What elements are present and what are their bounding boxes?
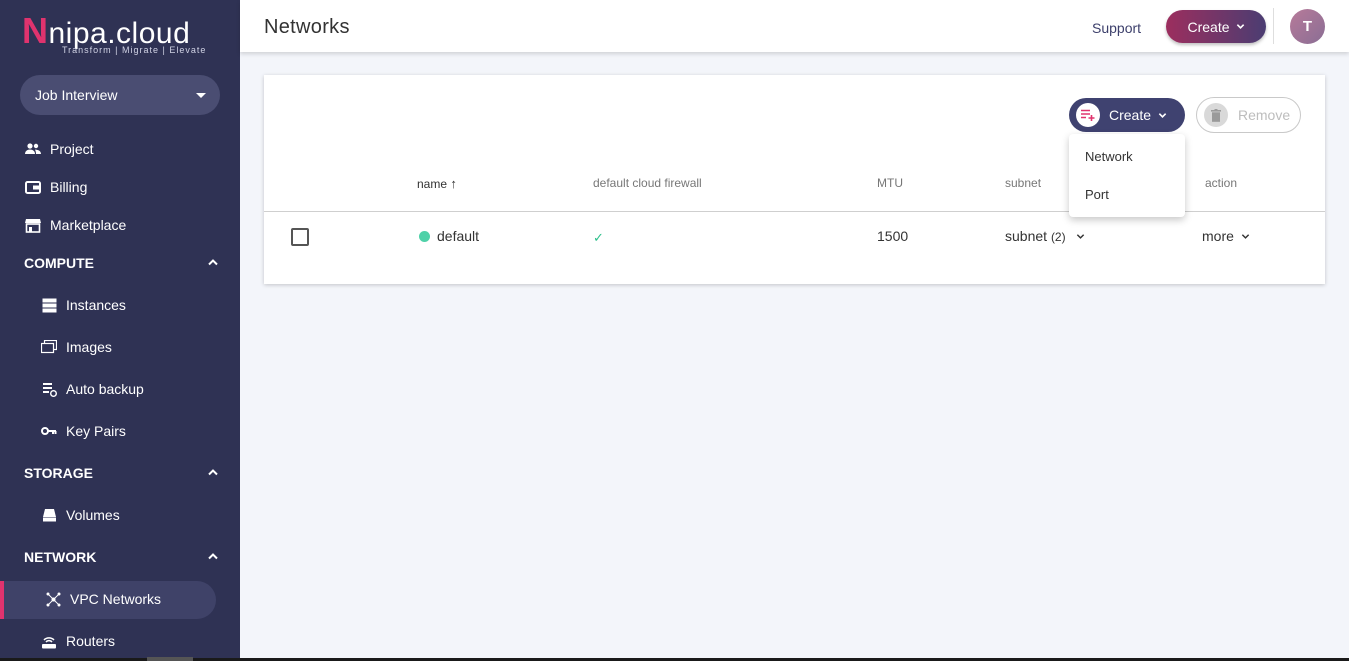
sidebar-item-label: Project [50,141,94,157]
row-checkbox[interactable] [291,228,309,246]
images-icon [40,338,58,356]
chevron-down-icon [1236,24,1244,29]
sidebar-item-label: Key Pairs [66,423,126,439]
column-header-firewall[interactable]: default cloud firewall [593,176,702,190]
sidebar-item-instances[interactable]: Instances [0,286,240,324]
section-label: NETWORK [24,549,97,565]
sidebar-item-label: Billing [50,179,88,195]
section-network[interactable]: NETWORK [0,538,240,576]
trash-icon [1204,103,1228,127]
menu-item-port[interactable]: Port [1085,187,1109,202]
mtu-value: 1500 [877,228,909,244]
chevron-up-icon [208,469,218,476]
top-bar: Networks Support Create T [240,0,1349,52]
sidebar-item-label: Routers [66,633,116,649]
sidebar-item-images[interactable]: Images [0,328,240,366]
more-actions-button[interactable]: more [1202,228,1250,244]
sidebar-item-routers[interactable]: Routers [0,622,240,660]
sidebar-item-billing[interactable]: Billing [0,168,240,206]
chevron-up-icon [208,259,218,266]
network-icon [44,590,62,608]
create-button-label: Create [1109,107,1152,123]
sidebar-item-label: VPC Networks [70,591,162,607]
sidebar-item-volumes[interactable]: Volumes [0,496,240,534]
project-select-value: Job Interview [35,87,118,103]
column-header-subnet[interactable]: subnet [1005,176,1041,190]
sidebar-item-vpc-networks[interactable]: VPC Networks [0,580,240,618]
chevron-down-icon [1158,112,1167,118]
server-icon [40,296,58,314]
logo-tagline: Transform | Migrate | Elevate [62,45,207,55]
sidebar-item-label: Volumes [66,507,120,523]
avatar[interactable]: T [1290,9,1325,44]
logo-letter: N [22,10,49,51]
network-name-cell[interactable]: default [419,228,479,244]
drive-icon [40,506,58,524]
section-label: COMPUTE [24,255,94,271]
table-row: default ✓ 1500 subnet (2) more [264,212,1325,258]
users-icon [24,140,42,158]
status-dot [419,231,430,242]
logo[interactable]: Nnipa.cloud Transform | Migrate | Elevat… [22,13,212,58]
create-dropdown-menu: Network Port [1069,134,1185,217]
section-compute[interactable]: COMPUTE [0,244,240,282]
subnet-count: (2) [1050,230,1066,244]
remove-button[interactable]: Remove [1196,97,1301,133]
store-icon [24,216,42,234]
subnet-toggle[interactable]: subnet (2) [1005,228,1085,244]
remove-button-label: Remove [1238,107,1291,123]
sort-arrow-up-icon: ↑ [450,176,457,191]
project-select[interactable]: Job Interview [20,75,220,115]
header-create-button[interactable]: Create [1166,10,1266,43]
sidebar-item-label: Marketplace [50,217,127,233]
sidebar-item-label: Images [66,339,112,355]
sidebar-item-auto-backup[interactable]: Auto backup [0,370,240,408]
firewall-check-icon: ✓ [593,230,604,245]
support-link[interactable]: Support [1092,20,1141,36]
sidebar-item-label: Auto backup [66,381,144,397]
key-icon [40,422,58,440]
section-storage[interactable]: STORAGE [0,454,240,492]
horizontal-scrollbar-thumb[interactable] [147,657,193,661]
more-label: more [1202,228,1234,244]
sidebar-item-project[interactable]: Project [0,130,240,168]
column-header-name[interactable]: name ↑ [417,176,457,191]
router-icon [40,632,58,650]
chevron-down-icon [1076,234,1084,239]
sidebar-item-marketplace[interactable]: Marketplace [0,206,240,244]
column-header-mtu[interactable]: MTU [877,176,903,190]
caret-down-icon [196,93,206,98]
chevron-up-icon [208,553,218,560]
backup-icon [40,380,58,398]
chevron-down-icon [1241,234,1249,239]
header-create-label: Create [1187,18,1230,35]
column-header-action: action [1205,176,1238,190]
subnet-label: subnet [1005,228,1048,244]
menu-item-network[interactable]: Network [1085,149,1133,164]
network-name: default [437,228,480,244]
wallet-icon [24,178,42,196]
sidebar: Nnipa.cloud Transform | Migrate | Elevat… [0,0,240,661]
create-button[interactable]: Create [1069,98,1185,132]
sidebar-item-key-pairs[interactable]: Key Pairs [0,412,240,450]
column-header-label: name [417,177,448,191]
section-label: STORAGE [24,465,93,481]
divider [1273,8,1274,44]
page-title: Networks [264,16,350,38]
add-list-icon [1076,103,1100,127]
sidebar-item-label: Instances [66,297,126,313]
